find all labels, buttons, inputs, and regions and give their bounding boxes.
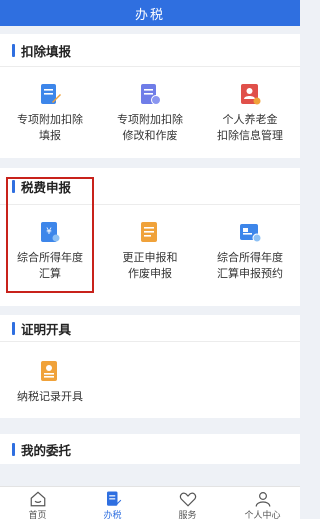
page-header: 办税 [0, 0, 300, 26]
section-deduction: 扣除填报 专项附加扣除 填报 专项附加扣除 修改和作废 个人养老金 扣除信息管理 [0, 34, 300, 158]
section-title: 我的委托 [21, 442, 72, 458]
item-label-line1: 专项附加扣除 [117, 113, 183, 126]
section-header: 我的委托 [0, 434, 300, 464]
user-icon [255, 492, 270, 507]
tab-home[interactable]: 首页 [0, 487, 75, 519]
divider [0, 66, 300, 67]
document-correction-icon [141, 222, 157, 242]
item-label-line2: 扣除信息管理 [217, 129, 283, 142]
service-icon [179, 492, 196, 507]
section-entrust: 我的委托 [0, 434, 300, 464]
bottom-tab-bar: 首页 办税 服务 个人中心 [0, 486, 300, 519]
section-header: 证明开具 [0, 315, 300, 341]
tab-label: 办税 [103, 511, 122, 519]
tab-label: 首页 [28, 511, 47, 519]
item-label-line1: 个人养老金 [222, 113, 278, 126]
item-label-line1: 更正申报和 [122, 251, 178, 264]
pension-deduction-button[interactable]: 个人养老金 扣除信息管理 [200, 82, 300, 144]
section-accent-bar [12, 321, 15, 335]
highlight-box [6, 177, 94, 293]
correction-filing-button[interactable]: 更正申报和 作废申报 [100, 220, 200, 282]
tab-personal-center[interactable]: 个人中心 [225, 487, 300, 519]
section-header: 扣除填报 [0, 34, 300, 66]
document-gear-icon [141, 84, 161, 105]
tax-record-button[interactable]: 纳税记录开具 [0, 359, 100, 405]
tab-label: 个人中心 [244, 511, 281, 519]
document-edit-icon [41, 84, 61, 104]
special-deduction-modify-button[interactable]: 专项附加扣除 修改和作废 [100, 82, 200, 144]
tab-service[interactable]: 服务 [150, 487, 225, 519]
item-label-line2: 填报 [39, 129, 61, 142]
item-label-line1: 综合所得年度 [217, 251, 283, 264]
item-label-line2: 修改和作废 [122, 129, 178, 142]
pension-user-icon [241, 84, 261, 105]
section-accent-bar [12, 43, 15, 57]
special-deduction-fill-button[interactable]: 专项附加扣除 填报 [0, 82, 100, 144]
item-label-line1: 专项附加扣除 [17, 113, 83, 126]
tab-label: 服务 [178, 511, 197, 519]
item-label: 纳税记录开具 [17, 390, 83, 403]
section-accent-bar [12, 442, 15, 456]
calendar-clock-icon [240, 224, 262, 243]
section-title: 证明开具 [21, 321, 72, 337]
section-certificate: 证明开具 纳税记录开具 [0, 315, 300, 418]
divider [0, 341, 300, 342]
item-label-line2: 汇算申报预约 [217, 267, 283, 280]
item-label-line2: 作废申报 [128, 267, 172, 280]
page-title: 办税 [134, 7, 165, 23]
settlement-appointment-button[interactable]: 综合所得年度 汇算申报预约 [200, 220, 300, 282]
tax-icon [106, 491, 121, 506]
home-icon [30, 491, 45, 507]
record-document-icon [41, 361, 57, 381]
tab-tax[interactable]: 办税 [75, 487, 150, 519]
section-title: 扣除填报 [21, 43, 72, 59]
